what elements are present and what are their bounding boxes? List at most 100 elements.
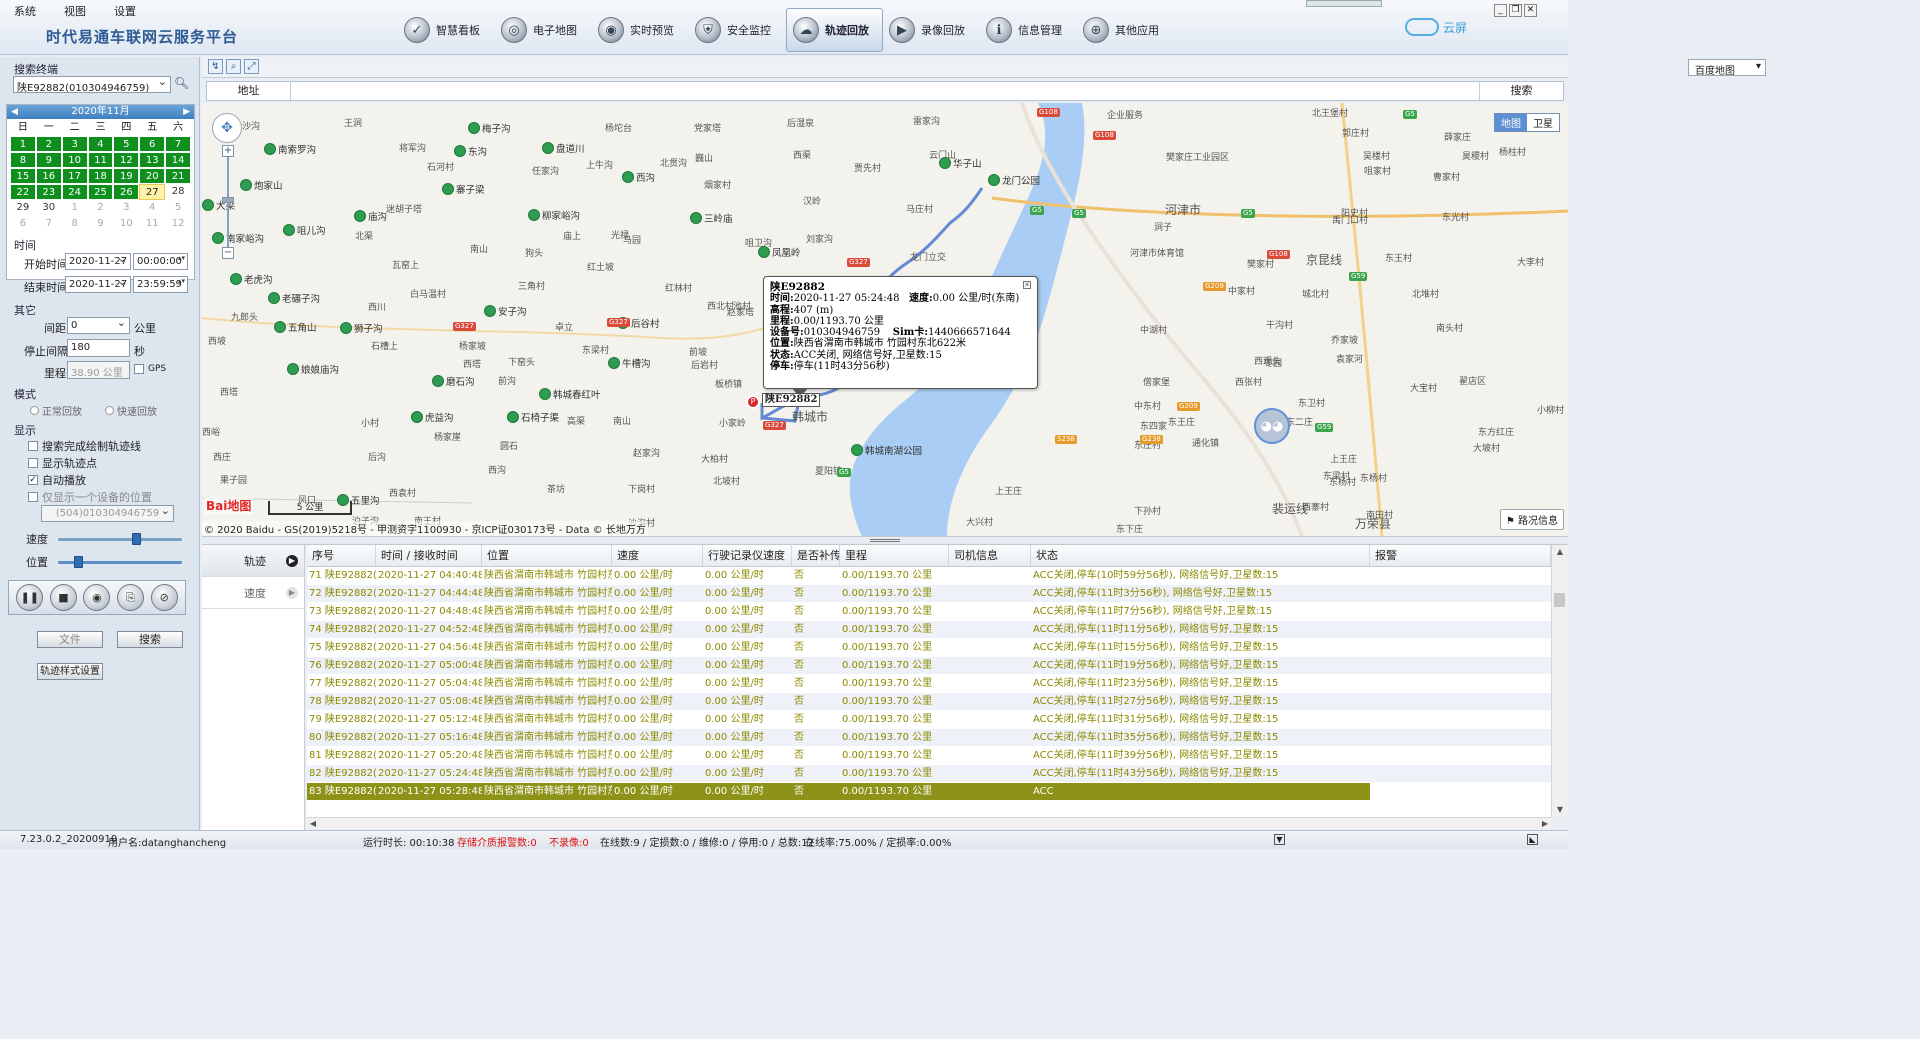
calendar-day[interactable]: 28 <box>165 184 191 200</box>
calendar-day[interactable]: 10 <box>113 216 139 232</box>
mode-fast-radio[interactable]: 快速回放 <box>105 403 157 418</box>
zoom-in-icon[interactable]: + <box>222 145 234 157</box>
calendar-day[interactable]: 7 <box>165 136 191 152</box>
table-row[interactable]: 81 陕E92882(02020-11-27 05:20:48 / 20陕西省渭… <box>307 747 1551 765</box>
export-icon[interactable]: ⎘ <box>117 584 145 611</box>
calendar-day[interactable]: 1 <box>62 200 88 216</box>
nav-apps[interactable]: ⊕ 其他应用 <box>1077 8 1174 52</box>
fullscreen-icon[interactable]: ⤢ <box>244 59 259 74</box>
calendar-day[interactable]: 6 <box>139 136 166 152</box>
mode-normal-radio[interactable]: 正常回放 <box>30 403 82 418</box>
column-header[interactable]: 行驶记录仪速度 <box>703 545 792 566</box>
position-slider-thumb[interactable] <box>73 556 83 568</box>
show-points-checkbox[interactable]: 显示轨迹点 <box>28 455 97 471</box>
table-row[interactable]: 72 陕E92882(02020-11-27 04:44:48 / 20陕西省渭… <box>307 585 1551 603</box>
end-time-field[interactable]: 23:59:59 <box>133 276 188 293</box>
nav-video[interactable]: ▶ 录像回放 <box>883 8 980 52</box>
menu-settings[interactable]: 设置 <box>100 0 150 18</box>
scroll-down-icon[interactable]: ▼ <box>1552 803 1568 817</box>
calendar-day[interactable]: 17 <box>61 168 88 184</box>
panel-splitter[interactable] <box>202 536 1568 545</box>
table-row[interactable]: 78 陕E92882(02020-11-27 05:08:48 / 20陕西省渭… <box>307 693 1551 711</box>
search-icon[interactable]: 🔍︎ <box>174 76 189 92</box>
show-points-box[interactable] <box>28 458 38 468</box>
calendar-day[interactable]: 24 <box>61 184 88 200</box>
interval-select[interactable]: 0 <box>67 317 130 334</box>
next-month-icon[interactable]: ▶ <box>183 105 190 119</box>
table-row[interactable]: 83 陕E92882(02020-11-27 05:28:48 / 20陕西省渭… <box>307 783 1551 801</box>
nav-dashboard[interactable]: ✓ 智慧看板 <box>398 8 495 52</box>
speed-slider[interactable] <box>58 538 182 541</box>
calendar-day[interactable]: 11 <box>139 216 165 232</box>
calendar-day[interactable]: 20 <box>139 168 166 184</box>
calendar-day[interactable]: 10 <box>61 152 88 168</box>
horizontal-scrollbar[interactable]: ◀ ▶ <box>307 817 1551 830</box>
nav-shield[interactable]: ⛨ 安全监控 <box>689 8 786 52</box>
column-header[interactable]: 时间 / 接收时间 <box>376 545 482 566</box>
calendar-day[interactable]: 3 <box>113 200 139 216</box>
popup-close-icon[interactable]: ✕ <box>1023 281 1031 289</box>
assistant-robot-icon[interactable]: ◕◕ <box>1254 408 1290 444</box>
table-row[interactable]: 82 陕E92882(02020-11-27 05:24:48 / 20陕西省渭… <box>307 765 1551 783</box>
satellite-view-button[interactable]: 卫星 <box>1527 114 1559 131</box>
calendar-day[interactable]: 12 <box>113 152 140 168</box>
zoom-icon[interactable]: ⌕ <box>226 59 241 74</box>
calendar-day[interactable]: 27 <box>139 184 166 200</box>
close-icon[interactable]: ✕ <box>1524 4 1537 17</box>
table-row[interactable]: 76 陕E92882(02020-11-27 05:00:48 / 20陕西省渭… <box>307 657 1551 675</box>
stop-icon[interactable]: ■ <box>49 584 77 611</box>
gps-checkbox[interactable]: GPS <box>134 364 166 374</box>
calendar-day[interactable]: 12 <box>165 216 191 232</box>
gps-checkbox-box[interactable] <box>134 364 144 374</box>
address-search-button[interactable]: 搜索 <box>1479 82 1563 100</box>
autoplay-checkbox[interactable]: ✓ 自动播放 <box>28 472 86 488</box>
calendar-day[interactable]: 1 <box>10 136 36 152</box>
calendar-day[interactable]: 25 <box>87 184 114 200</box>
speed-slider-thumb[interactable] <box>132 533 142 545</box>
expand-icon[interactable]: ◣ <box>1527 834 1538 845</box>
zoom-out-icon[interactable]: − <box>222 247 234 259</box>
column-header[interactable]: 状态 <box>1031 545 1370 566</box>
calendar-day[interactable]: 13 <box>139 152 166 168</box>
calendar-day[interactable]: 8 <box>10 152 36 168</box>
radio-normal[interactable] <box>30 406 39 415</box>
pause-icon[interactable]: ❚❚ <box>16 584 44 611</box>
column-header[interactable]: 速度 <box>612 545 703 566</box>
calendar-day[interactable]: 4 <box>87 136 114 152</box>
vertical-scrollbar[interactable]: ▲ ▼ <box>1551 545 1568 817</box>
table-row[interactable]: 75 陕E92882(02020-11-27 04:56:48 / 20陕西省渭… <box>307 639 1551 657</box>
tab-speed[interactable]: 速度 ▶ <box>202 577 304 609</box>
calendar-day[interactable]: 15 <box>10 168 36 184</box>
calendar-day[interactable]: 22 <box>10 184 36 200</box>
table-row[interactable]: 73 陕E92882(02020-11-27 04:48:48 / 20陕西省渭… <box>307 603 1551 621</box>
calendar-day[interactable]: 26 <box>113 184 140 200</box>
calendar-day[interactable]: 7 <box>36 216 62 232</box>
nav-map[interactable]: ◎ 电子地图 <box>495 8 592 52</box>
column-header[interactable]: 是否补传 <box>792 545 840 566</box>
file-button[interactable]: 文件 <box>37 631 103 648</box>
restore-icon[interactable]: ❐ <box>1509 4 1522 17</box>
track-style-button[interactable]: 轨迹样式设置 <box>37 663 103 680</box>
map-type-select[interactable]: 百度地图 <box>1688 59 1766 77</box>
calendar-day[interactable]: 2 <box>35 136 62 152</box>
draw-track-checkbox[interactable]: 搜索完成绘制轨迹线 <box>28 438 141 454</box>
calendar-day[interactable]: 5 <box>165 200 191 216</box>
autoplay-check-icon[interactable]: ✓ <box>28 475 38 485</box>
only-one-box[interactable] <box>28 492 38 502</box>
table-row[interactable]: 74 陕E92882(02020-11-27 04:52:48 / 20陕西省渭… <box>307 621 1551 639</box>
prev-month-icon[interactable]: ◀ <box>11 105 18 119</box>
draw-track-box[interactable] <box>28 441 38 451</box>
stop-interval-field[interactable]: 180 <box>67 339 130 357</box>
column-header[interactable]: 序号 <box>307 545 376 566</box>
scroll-up-icon[interactable]: ▲ <box>1552 545 1568 559</box>
calendar-day[interactable]: 9 <box>88 216 114 232</box>
calendar-day[interactable]: 19 <box>113 168 140 184</box>
splitter-grip[interactable] <box>870 539 900 542</box>
column-header[interactable]: 司机信息 <box>949 545 1031 566</box>
table-row[interactable]: 80 陕E92882(02020-11-27 05:16:48 / 20陕西省渭… <box>307 729 1551 747</box>
scroll-thumb[interactable] <box>1554 593 1565 607</box>
calendar-day[interactable]: 2 <box>88 200 114 216</box>
calendar-day[interactable]: 3 <box>61 136 88 152</box>
column-header[interactable]: 里程 <box>840 545 949 566</box>
menu-system[interactable]: 系统 <box>0 0 50 18</box>
